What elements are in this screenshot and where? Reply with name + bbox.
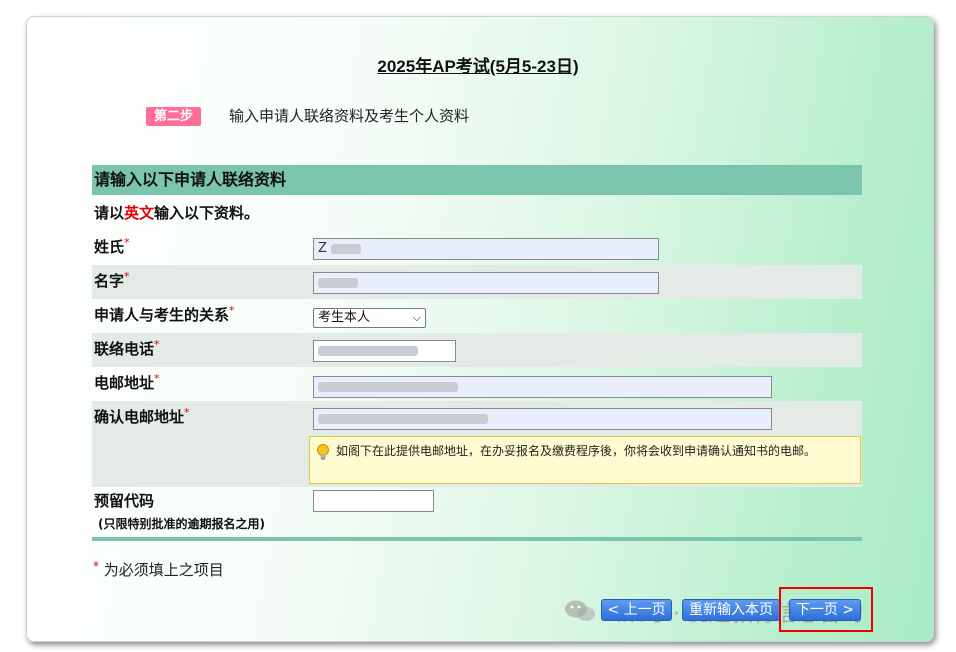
wechat-icon xyxy=(565,600,595,621)
instruction-highlight: 英文 xyxy=(124,204,155,222)
surname-label: 姓氏* xyxy=(94,236,130,256)
email-confirm-input[interactable] xyxy=(313,408,772,430)
redacted-mark xyxy=(318,381,458,392)
instruction-suffix: 输入以下资料。 xyxy=(154,204,260,222)
step-badge: 第二步 xyxy=(146,107,201,126)
prev-page-button[interactable]: < 上一页 xyxy=(601,599,672,621)
given-name-label: 名字* xyxy=(94,270,130,290)
email-row: 电邮地址* xyxy=(92,367,862,401)
email-note-text: 如阁下在此提供电邮地址，在办妥报名及缴费程序後，你将会收到申请确认通知书的电邮。 xyxy=(336,444,817,458)
required-footnote: * 为必须填上之项目 xyxy=(93,559,224,579)
reserve-code-row: 预留代码 (只限特别批准的逾期报名之用) xyxy=(92,487,862,537)
surname-row: 姓氏* Z xyxy=(92,231,862,265)
given-name-input[interactable] xyxy=(313,272,659,294)
surname-input[interactable]: Z xyxy=(313,238,659,260)
reserve-code-label: 预留代码 xyxy=(94,492,155,510)
contact-form: 请输入以下申请人联络资料 请以英文输入以下资料。 姓氏* Z 名字* 申请人与考… xyxy=(92,165,862,542)
phone-label: 联络电话* xyxy=(94,338,160,358)
highlight-box xyxy=(779,587,873,632)
relationship-select[interactable]: 考生本人 ⌵ xyxy=(313,308,426,328)
relationship-label: 申请人与考生的关系* xyxy=(94,304,235,324)
reserve-code-input[interactable] xyxy=(313,490,434,512)
reserve-code-sublabel: (只限特别批准的逾期报名之用) xyxy=(98,517,265,531)
page-title: 2025年AP考试(5月5-23日) xyxy=(377,57,579,76)
chevron-down-icon: ⌵ xyxy=(412,311,421,324)
relationship-row: 申请人与考生的关系* 考生本人 ⌵ xyxy=(92,299,862,333)
reset-page-button[interactable]: 重新输入本页 xyxy=(682,599,780,621)
form-bottom-border xyxy=(92,537,862,541)
email-input[interactable] xyxy=(313,376,772,398)
phone-input[interactable] xyxy=(313,340,456,362)
surname-value: Z xyxy=(318,241,327,256)
email-info-note: 如阁下在此提供电邮地址，在办妥报名及缴费程序後，你将会收到申请确认通知书的电邮。 xyxy=(309,436,861,484)
lightbulb-icon xyxy=(317,444,329,460)
redacted-mark xyxy=(331,243,362,254)
instruction-row: 请以英文输入以下资料。 xyxy=(92,197,862,227)
redacted-mark xyxy=(318,277,358,288)
redacted-mark xyxy=(318,345,418,356)
phone-row: 联络电话* xyxy=(92,333,862,367)
instruction-text: 请以英文输入以下资料。 xyxy=(94,202,259,223)
email-label: 电邮地址* xyxy=(94,372,160,392)
redacted-mark xyxy=(318,413,488,424)
step-description: 输入申请人联络资料及考生个人资料 xyxy=(229,107,470,125)
given-name-row: 名字* xyxy=(92,265,862,299)
form-section-title: 请输入以下申请人联络资料 xyxy=(92,165,862,195)
instruction-prefix: 请以 xyxy=(94,204,125,222)
email-confirm-label: 确认电邮地址* xyxy=(94,406,190,426)
